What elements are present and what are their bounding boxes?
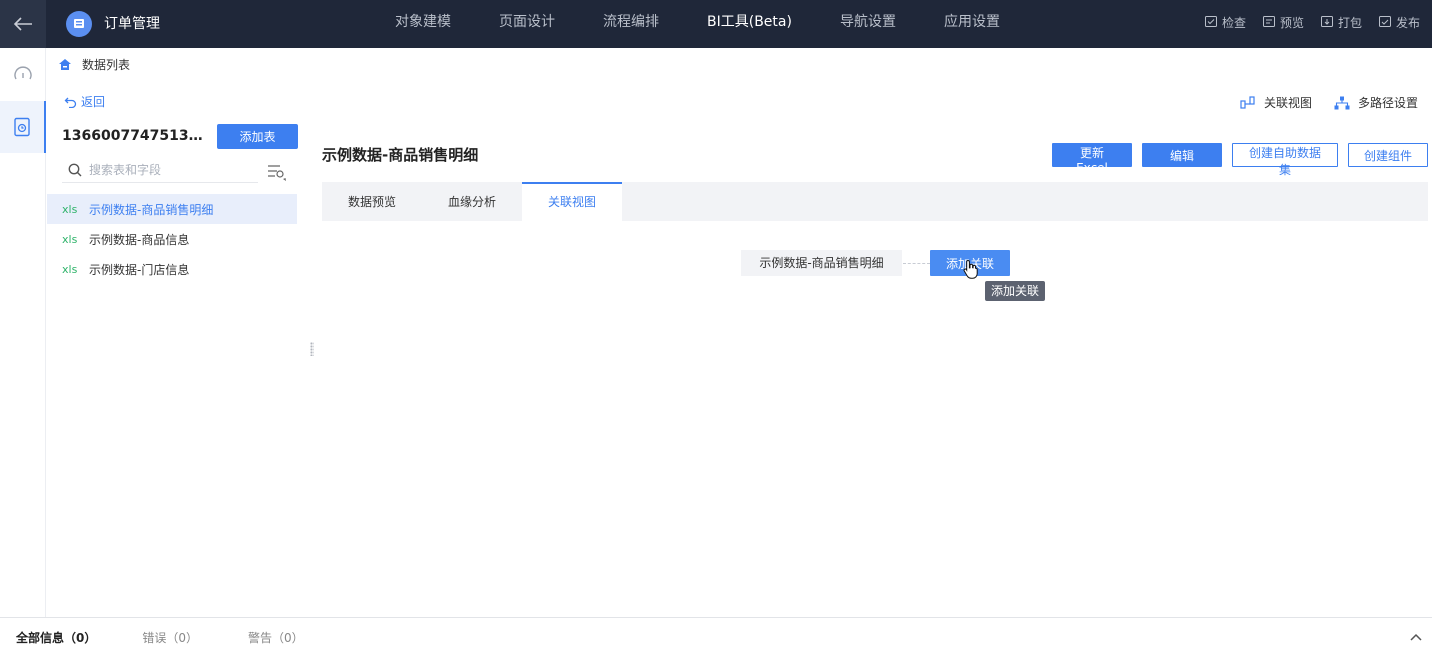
add-table-button[interactable]: 添加表 bbox=[217, 124, 298, 149]
table-item-label: 示例数据-门店信息 bbox=[89, 262, 190, 277]
relation-view-label: 关联视图 bbox=[1263, 96, 1312, 110]
filter-list-icon bbox=[268, 165, 286, 181]
table-item-label: 示例数据-商品销售明细 bbox=[89, 202, 214, 217]
xls-icon: xls bbox=[62, 232, 78, 246]
app-logo-icon bbox=[74, 19, 84, 28]
search-icon bbox=[68, 163, 82, 177]
package-label: 打包 bbox=[1337, 15, 1362, 30]
relation-view-button[interactable]: 关联视图 bbox=[1240, 94, 1312, 111]
warnings-count: （0） bbox=[272, 630, 304, 645]
main-action-buttons: 更新Excel 编辑 创建自助数据集 创建组件 bbox=[1042, 143, 1428, 177]
preview-label: 预览 bbox=[1279, 15, 1304, 30]
all-messages-label: 全部信息 bbox=[16, 630, 65, 645]
return-icon bbox=[64, 97, 77, 108]
nav-item-app-settings[interactable]: 应用设置 bbox=[931, 0, 1013, 48]
tab-relation-view[interactable]: 关联视图 bbox=[522, 182, 623, 221]
warnings-label: 警告 bbox=[248, 630, 273, 645]
page-title: 示例数据-商品销售明细 bbox=[322, 146, 479, 164]
nav-item-bi-tools[interactable]: BI工具(Beta) bbox=[694, 0, 805, 48]
table-item-product-info[interactable]: xls 示例数据-商品信息 bbox=[47, 224, 297, 254]
preview-icon bbox=[1262, 16, 1275, 27]
errors-count: （0） bbox=[166, 630, 199, 645]
multi-path-button[interactable]: 多路径设置 bbox=[1334, 94, 1418, 111]
tab-warnings[interactable]: 警告（0） bbox=[248, 629, 304, 646]
multi-path-label: 多路径设置 bbox=[1357, 96, 1418, 110]
publish-label: 发布 bbox=[1395, 15, 1420, 30]
xls-icon: xls bbox=[62, 202, 78, 216]
app-logo bbox=[66, 11, 92, 37]
tab-lineage-analysis[interactable]: 血缘分析 bbox=[422, 182, 522, 221]
project-id: 13660077475139830... bbox=[62, 128, 212, 144]
tab-all-messages[interactable]: 全部信息（0） bbox=[16, 629, 96, 646]
xls-icon: xls bbox=[62, 262, 78, 276]
panel-resize-handle[interactable] bbox=[310, 342, 314, 356]
package-button[interactable]: 打包 bbox=[1320, 14, 1362, 31]
return-label: 返回 bbox=[81, 95, 106, 109]
table-list: xls 示例数据-商品销售明细 xls 示例数据-商品信息 xls 示例数据-门… bbox=[47, 194, 297, 284]
create-component-button[interactable]: 创建组件 bbox=[1348, 143, 1428, 167]
message-bar: 全部信息（0） 错误（0） 警告（0） bbox=[0, 617, 1432, 656]
relation-view-icon bbox=[1240, 95, 1255, 109]
arrow-left-icon bbox=[13, 17, 32, 31]
nav-item-navigation-settings[interactable]: 导航设置 bbox=[827, 0, 909, 48]
breadcrumb: 数据列表 bbox=[58, 56, 130, 73]
nav-item-object-modeling[interactable]: 对象建模 bbox=[382, 0, 464, 48]
top-tools: 检查 预览 打包 发布 bbox=[1188, 0, 1420, 44]
relation-connector bbox=[903, 263, 930, 264]
all-messages-count: （0） bbox=[64, 630, 97, 645]
home-icon bbox=[59, 59, 71, 70]
create-dataset-button[interactable]: 创建自助数据集 bbox=[1232, 143, 1338, 177]
preview-button[interactable]: 预览 bbox=[1262, 14, 1304, 31]
table-item-store-info[interactable]: xls 示例数据-门店信息 bbox=[47, 254, 297, 284]
rail-dashboard-button[interactable] bbox=[0, 48, 46, 100]
hierarchy-icon bbox=[1334, 96, 1350, 109]
rail-data-button[interactable] bbox=[0, 101, 46, 153]
tab-bar: 数据预览 血缘分析 关联视图 bbox=[322, 182, 1428, 221]
add-relation-tooltip: 添加关联 bbox=[985, 281, 1046, 301]
search-input[interactable] bbox=[89, 163, 249, 177]
tab-data-preview[interactable]: 数据预览 bbox=[322, 182, 422, 221]
nav-item-page-design[interactable]: 页面设计 bbox=[486, 0, 568, 48]
top-bar: 订单管理 对象建模 页面设计 流程编排 BI工具(Beta) 导航设置 应用设置… bbox=[0, 0, 1432, 48]
gauge-icon bbox=[14, 66, 32, 80]
check-label: 检查 bbox=[1221, 15, 1246, 30]
expand-messages-button[interactable] bbox=[1410, 630, 1422, 645]
hand-cursor-icon bbox=[963, 259, 978, 279]
tab-errors[interactable]: 错误（0） bbox=[142, 629, 198, 646]
publish-button[interactable]: 发布 bbox=[1378, 14, 1420, 31]
errors-label: 错误 bbox=[142, 630, 167, 645]
check-button[interactable]: 检查 bbox=[1204, 14, 1246, 31]
chevron-up-icon bbox=[1410, 633, 1422, 641]
view-actions: 关联视图 多路径设置 bbox=[1218, 94, 1418, 111]
table-search bbox=[62, 158, 258, 183]
table-item-label: 示例数据-商品信息 bbox=[89, 232, 190, 247]
edit-button[interactable]: 编辑 bbox=[1142, 143, 1222, 167]
return-link[interactable]: 返回 bbox=[64, 93, 105, 110]
main-nav: 对象建模 页面设计 流程编排 BI工具(Beta) 导航设置 应用设置 bbox=[382, 0, 1035, 48]
check-icon bbox=[1204, 16, 1217, 27]
update-excel-button[interactable]: 更新Excel bbox=[1052, 143, 1132, 175]
back-button[interactable] bbox=[0, 0, 46, 48]
left-rail bbox=[0, 48, 46, 617]
filter-button[interactable] bbox=[266, 162, 288, 182]
table-item-sales-detail[interactable]: xls 示例数据-商品销售明细 bbox=[47, 194, 297, 224]
relation-node-table[interactable]: 示例数据-商品销售明细 bbox=[741, 250, 902, 276]
relation-canvas bbox=[322, 221, 1428, 616]
app-name: 订单管理 bbox=[104, 16, 160, 32]
nav-item-flow[interactable]: 流程编排 bbox=[590, 0, 672, 48]
publish-icon bbox=[1378, 16, 1391, 27]
package-icon bbox=[1320, 16, 1333, 27]
breadcrumb-label: 数据列表 bbox=[82, 58, 131, 72]
document-clock-icon bbox=[14, 117, 30, 137]
